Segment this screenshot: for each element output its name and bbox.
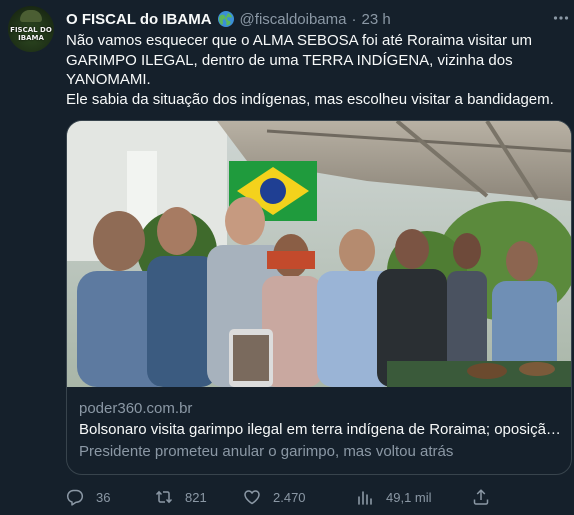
like-count: 2.470 xyxy=(273,489,306,505)
card-domain: poder360.com.br xyxy=(79,400,193,417)
heart-icon xyxy=(244,490,260,505)
card-meta: poder360.com.br Bolsonaro visita garimpo… xyxy=(79,399,561,462)
globe-icon xyxy=(217,10,235,28)
reply-count: 36 xyxy=(96,489,111,505)
tweet-header: O FISCAL do IBAMA @fiscaldoibama · 23 h xyxy=(66,9,391,29)
tweet-text: Não vamos esquecer que o ALMA SEBOSA foi… xyxy=(66,31,562,109)
card-title[interactable]: Bolsonaro visita garimpo ilegal em terra… xyxy=(79,420,561,440)
analytics-icon xyxy=(358,491,372,505)
tweet-paragraph: Ele sabia da situação dos indígenas, mas… xyxy=(66,90,554,108)
author-name[interactable]: O FISCAL do IBAMA xyxy=(66,11,212,28)
tweet-paragraph: Não vamos esquecer que o ALMA SEBOSA foi… xyxy=(66,32,533,88)
author-handle[interactable]: @fiscaldoibama xyxy=(240,11,347,28)
avatar[interactable]: FISCAL DO IBAMA xyxy=(8,6,54,52)
like-button[interactable]: 2.470 xyxy=(243,486,306,508)
tweet-timestamp[interactable]: 23 h xyxy=(362,11,391,28)
views-button[interactable]: 49,1 mil xyxy=(356,486,432,508)
retweet-button[interactable]: 821 xyxy=(155,486,207,508)
reply-icon xyxy=(66,489,84,506)
retweet-icon xyxy=(155,490,173,504)
views-count: 49,1 mil xyxy=(386,489,432,505)
separator-dot: · xyxy=(351,10,357,28)
card-image[interactable] xyxy=(67,121,571,387)
share-button[interactable] xyxy=(472,486,490,508)
share-icon xyxy=(473,489,489,505)
retweet-count: 821 xyxy=(185,489,207,505)
tweet[interactable]: FISCAL DO IBAMA O FISCAL do IBAMA @fisca… xyxy=(0,0,574,515)
avatar-helmet xyxy=(20,10,42,22)
avatar-text: FISCAL DO IBAMA xyxy=(10,26,52,42)
reply-button[interactable]: 36 xyxy=(66,486,110,508)
action-bar: 36 821 2.470 49,1 mil xyxy=(66,486,496,508)
more-options-icon[interactable] xyxy=(552,9,570,27)
link-card[interactable]: poder360.com.br Bolsonaro visita garimpo… xyxy=(66,120,572,475)
card-description: Presidente prometeu anular o garimpo, ma… xyxy=(79,443,454,460)
